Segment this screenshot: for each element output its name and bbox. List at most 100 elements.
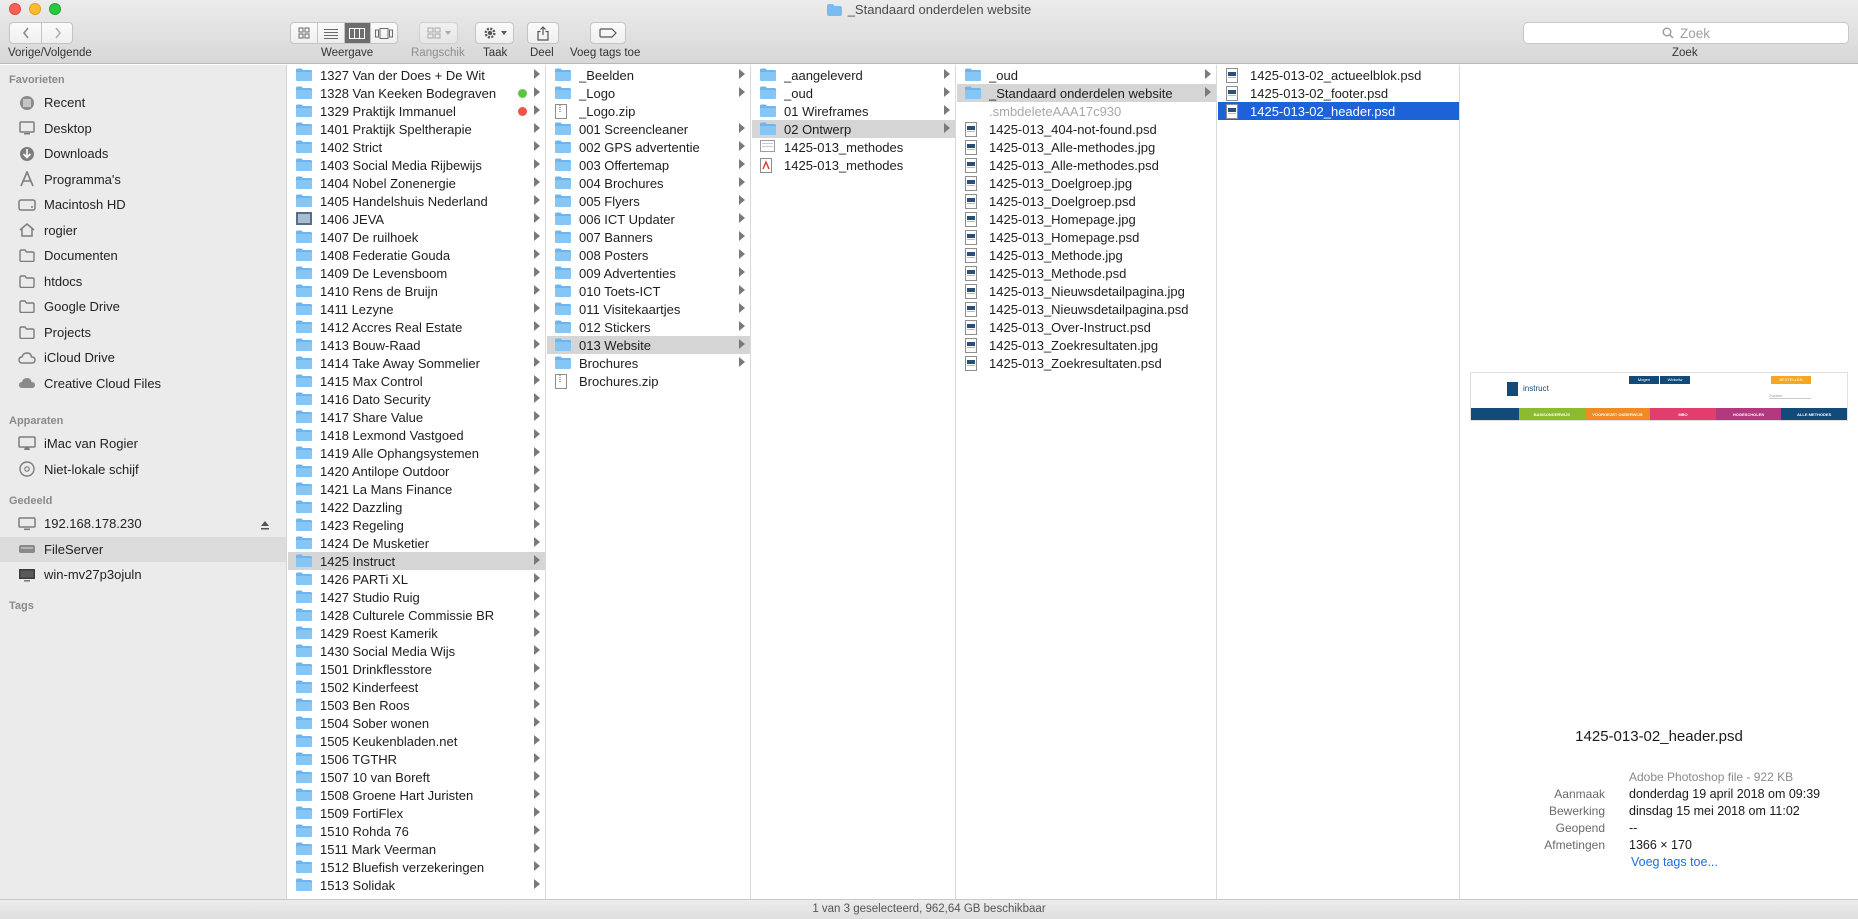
folder-row[interactable]: 1423 Regeling xyxy=(288,516,545,534)
file-row[interactable]: 1425-013_Doelgroep.psd xyxy=(957,192,1216,210)
gallery-view-button[interactable] xyxy=(371,23,397,43)
folder-row[interactable]: 002 GPS advertentie xyxy=(547,138,750,156)
folder-row[interactable]: 1425 Instruct xyxy=(288,552,545,570)
folder-row[interactable]: 1420 Antilope Outdoor xyxy=(288,462,545,480)
folder-row[interactable]: 1427 Studio Ruig xyxy=(288,588,545,606)
folder-row[interactable]: 1505 Keukenbladen.net xyxy=(288,732,545,750)
add-tags-link[interactable]: Voeg tags toe... xyxy=(1631,855,1718,869)
file-row[interactable]: 1425-013_Zoekresultaten.jpg xyxy=(957,336,1216,354)
file-row[interactable]: 1425-013_Alle-methodes.psd xyxy=(957,156,1216,174)
sidebar-item-downloads[interactable]: Downloads xyxy=(0,141,286,166)
file-row[interactable]: 1425-013_Over-Instruct.psd xyxy=(957,318,1216,336)
folder-row[interactable]: 001 Screencleaner xyxy=(547,120,750,138)
folder-row[interactable]: _oud xyxy=(957,66,1216,84)
folder-row[interactable]: 1413 Bouw-Raad xyxy=(288,336,545,354)
folder-row[interactable]: 1411 Lezyne xyxy=(288,300,545,318)
folder-row[interactable]: 1422 Dazzling xyxy=(288,498,545,516)
back-button[interactable] xyxy=(10,23,42,43)
folder-row[interactable]: 02 Ontwerp xyxy=(752,120,955,138)
sidebar-item-projects[interactable]: Projects xyxy=(0,320,286,345)
sidebar-item-desktop[interactable]: Desktop xyxy=(0,116,286,141)
folder-row[interactable]: 1429 Roest Kamerik xyxy=(288,624,545,642)
sidebar-shared-win-mv27p3ojuln[interactable]: win-mv27p3ojuln xyxy=(0,562,286,587)
file-row[interactable]: Brochures.zip xyxy=(547,372,750,390)
arrange-button[interactable] xyxy=(419,22,458,44)
folder-row[interactable]: 1412 Accres Real Estate xyxy=(288,318,545,336)
folder-row[interactable]: 1407 De ruilhoek xyxy=(288,228,545,246)
sidebar-device-imac-van-rogier[interactable]: iMac van Rogier xyxy=(0,431,286,456)
file-row[interactable]: 1425-013_Nieuwsdetailpagina.psd xyxy=(957,300,1216,318)
folder-row[interactable]: 1502 Kinderfeest xyxy=(288,678,545,696)
file-row[interactable]: 1425-013_methodes xyxy=(752,156,955,174)
sidebar-item-documenten[interactable]: Documenten xyxy=(0,243,286,268)
action-button[interactable] xyxy=(475,22,514,44)
sidebar-item-icloud-drive[interactable]: iCloud Drive xyxy=(0,345,286,370)
folder-row[interactable]: 1421 La Mans Finance xyxy=(288,480,545,498)
file-row[interactable]: 1425-013_Zoekresultaten.psd xyxy=(957,354,1216,372)
folder-row[interactable]: 011 Visitekaartjes xyxy=(547,300,750,318)
file-row[interactable]: 1425-013_404-not-found.psd xyxy=(957,120,1216,138)
folder-row[interactable]: 1406 JEVA xyxy=(288,210,545,228)
column-view-button[interactable] xyxy=(344,23,372,43)
forward-button[interactable] xyxy=(42,23,74,43)
folder-row[interactable]: 1329 Praktijk Immanuel xyxy=(288,102,545,120)
file-row[interactable]: .smbdeleteAAA17c930 xyxy=(957,102,1216,120)
sidebar-device-niet-lokale-schijf[interactable]: Niet-lokale schijf xyxy=(0,457,286,482)
folder-row[interactable]: 012 Stickers xyxy=(547,318,750,336)
sidebar-item-creative-cloud-files[interactable]: Creative Cloud Files xyxy=(0,371,286,396)
folder-row[interactable]: 1404 Nobel Zonenergie xyxy=(288,174,545,192)
folder-row[interactable]: 01 Wireframes xyxy=(752,102,955,120)
file-row[interactable]: 1425-013-02_actueelblok.psd xyxy=(1218,66,1459,84)
folder-row[interactable]: 1418 Lexmond Vastgoed xyxy=(288,426,545,444)
sidebar-item-google-drive[interactable]: Google Drive xyxy=(0,294,286,319)
sidebar-item-rogier[interactable]: rogier xyxy=(0,218,286,243)
icon-view-button[interactable] xyxy=(291,23,318,43)
sidebar-shared-fileserver[interactable]: FileServer xyxy=(0,536,286,562)
folder-row[interactable]: 1507 10 van Boreft xyxy=(288,768,545,786)
folder-row[interactable]: 1508 Groene Hart Juristen xyxy=(288,786,545,804)
folder-row[interactable]: 006 ICT Updater xyxy=(547,210,750,228)
file-row[interactable]: 1425-013_Methode.psd xyxy=(957,264,1216,282)
sidebar-item-htdocs[interactable]: htdocs xyxy=(0,269,286,294)
eject-icon[interactable] xyxy=(260,518,270,533)
file-row[interactable]: 1425-013_Homepage.jpg xyxy=(957,210,1216,228)
list-view-button[interactable] xyxy=(318,23,345,43)
folder-row[interactable]: 1509 FortiFlex xyxy=(288,804,545,822)
sidebar-shared-192-168-178-230[interactable]: 192.168.178.230 xyxy=(0,511,286,536)
folder-row[interactable]: 1512 Bluefish verzekeringen xyxy=(288,858,545,876)
folder-row[interactable]: 1513 Solidak xyxy=(288,876,545,894)
folder-row[interactable]: 1510 Rohda 76 xyxy=(288,822,545,840)
file-row[interactable]: 1425-013_Methode.jpg xyxy=(957,246,1216,264)
folder-row[interactable]: _Logo xyxy=(547,84,750,102)
folder-row[interactable]: 1416 Dato Security xyxy=(288,390,545,408)
folder-row[interactable]: 009 Advertenties xyxy=(547,264,750,282)
folder-row[interactable]: 1401 Praktijk Speltherapie xyxy=(288,120,545,138)
folder-row[interactable]: 1328 Van Keeken Bodegraven xyxy=(288,84,545,102)
folder-row[interactable]: 010 Toets-ICT xyxy=(547,282,750,300)
file-row[interactable]: 1425-013_Doelgroep.jpg xyxy=(957,174,1216,192)
folder-row[interactable]: 1408 Federatie Gouda xyxy=(288,246,545,264)
file-row[interactable]: 1425-013-02_footer.psd xyxy=(1218,84,1459,102)
folder-row[interactable]: 1405 Handelshuis Nederland xyxy=(288,192,545,210)
folder-row[interactable]: Brochures xyxy=(547,354,750,372)
folder-row[interactable]: 1430 Social Media Wijs xyxy=(288,642,545,660)
sidebar-item-recent[interactable]: Recent xyxy=(0,90,286,115)
folder-row[interactable]: 1402 Strict xyxy=(288,138,545,156)
folder-row[interactable]: _Beelden xyxy=(547,66,750,84)
share-button[interactable] xyxy=(527,22,559,44)
file-row[interactable]: _Logo.zip xyxy=(547,102,750,120)
folder-row[interactable]: 1410 Rens de Bruijn xyxy=(288,282,545,300)
file-row[interactable]: 1425-013_Homepage.psd xyxy=(957,228,1216,246)
folder-row[interactable]: 1424 De Musketier xyxy=(288,534,545,552)
folder-row[interactable]: 003 Offertemap xyxy=(547,156,750,174)
folder-row[interactable]: _Standaard onderdelen website xyxy=(957,84,1216,102)
folder-row[interactable]: 1506 TGTHR xyxy=(288,750,545,768)
folder-row[interactable]: _aangeleverd xyxy=(752,66,955,84)
folder-row[interactable]: 1409 De Levensboom xyxy=(288,264,545,282)
folder-row[interactable]: 1511 Mark Veerman xyxy=(288,840,545,858)
sidebar-item-programma-s[interactable]: Programma's xyxy=(0,167,286,192)
folder-row[interactable]: 007 Banners xyxy=(547,228,750,246)
folder-row[interactable]: 1414 Take Away Sommelier xyxy=(288,354,545,372)
search-input[interactable]: Zoek xyxy=(1523,22,1849,44)
file-row[interactable]: 1425-013_Nieuwsdetailpagina.jpg xyxy=(957,282,1216,300)
